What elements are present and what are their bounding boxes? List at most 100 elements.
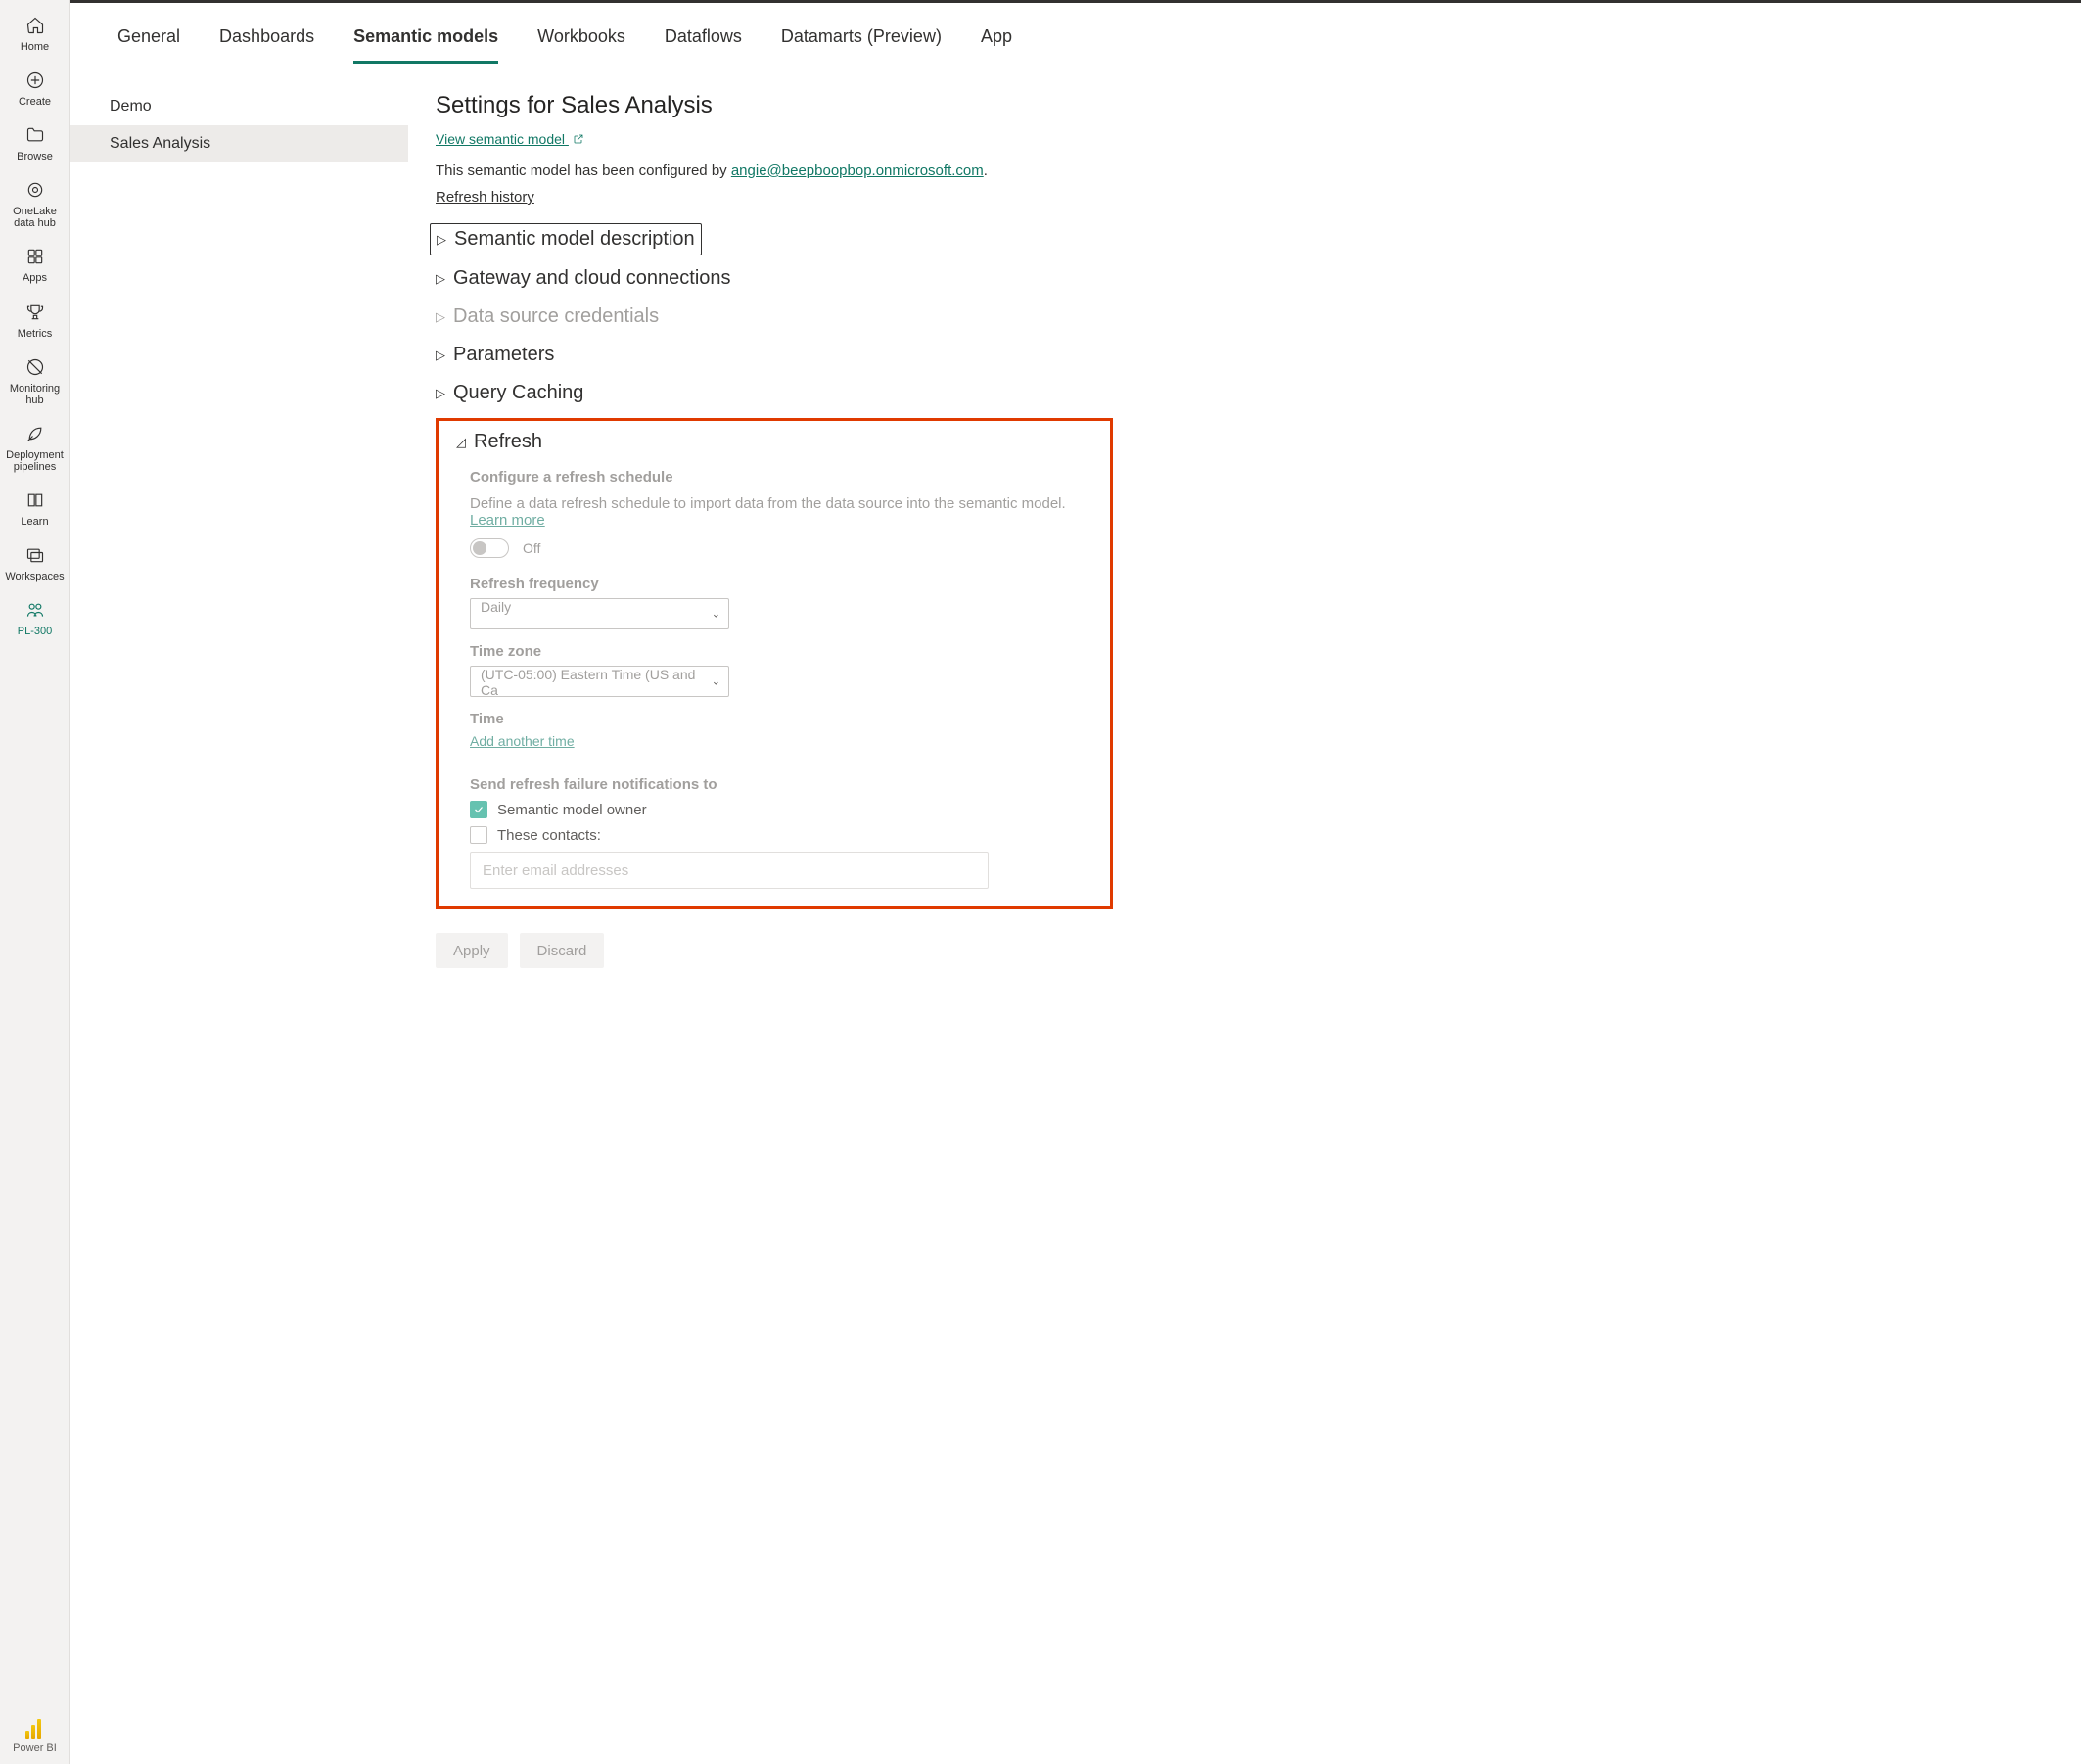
accordion-query-caching[interactable]: ▷ Query Caching — [436, 374, 1113, 412]
notify-label: Send refresh failure notifications to — [470, 776, 1092, 793]
checkbox-label-contacts: These contacts: — [497, 827, 601, 844]
view-semantic-model-link[interactable]: View semantic model — [436, 131, 584, 147]
toggle-state-label: Off — [523, 540, 540, 556]
rail-item-workspaces[interactable]: Workspaces — [0, 535, 69, 590]
accordion-label: Data source credentials — [453, 305, 659, 328]
tab-app[interactable]: App — [981, 21, 1012, 64]
checkbox-model-owner[interactable] — [470, 801, 487, 818]
accordion-label: Query Caching — [453, 382, 583, 404]
rail-label: Apps — [23, 272, 47, 284]
rail-item-monitoring[interactable]: Monitoring hub — [0, 348, 69, 414]
accordion-label: Gateway and cloud connections — [453, 267, 731, 290]
configured-by-text: This semantic model has been configured … — [436, 162, 1113, 179]
caret-right-icon: ▷ — [436, 309, 447, 325]
rail-label: Create — [19, 96, 51, 108]
list-item-demo[interactable]: Demo — [70, 88, 408, 125]
accordion-label: Refresh — [474, 431, 542, 453]
model-list: Demo Sales Analysis — [70, 65, 408, 1764]
view-link-label: View semantic model — [436, 131, 565, 147]
home-icon — [23, 14, 47, 37]
workspaces-icon — [23, 543, 47, 567]
refresh-frequency-label: Refresh frequency — [470, 576, 1092, 592]
rail-footer[interactable]: Power BI — [0, 1709, 69, 1764]
external-link-icon — [573, 132, 584, 144]
rail-item-deployment[interactable]: Deployment pipelines — [0, 414, 69, 481]
tab-datamarts[interactable]: Datamarts (Preview) — [781, 21, 942, 64]
apply-button[interactable]: Apply — [436, 933, 508, 968]
refresh-history-link[interactable]: Refresh history — [436, 189, 534, 206]
rail-item-learn[interactable]: Learn — [0, 481, 69, 535]
accordion-refresh[interactable]: ◿ Refresh — [456, 431, 1092, 461]
tab-dashboards[interactable]: Dashboards — [219, 21, 314, 64]
rail-item-pl300[interactable]: PL-300 — [0, 590, 69, 645]
accordion-label: Parameters — [453, 344, 554, 366]
rail-label: Workspaces — [5, 571, 64, 582]
powerbi-icon — [25, 1719, 45, 1739]
rail-label: Metrics — [18, 328, 52, 340]
time-zone-select[interactable]: (UTC-05:00) Eastern Time (US and Ca ⌄ — [470, 666, 729, 697]
folder-icon — [23, 123, 47, 147]
plus-circle-icon — [23, 69, 47, 92]
learn-more-link[interactable]: Learn more — [470, 512, 545, 529]
rail-label: Deployment pipelines — [2, 449, 68, 473]
time-zone-label: Time zone — [470, 643, 1092, 660]
rail-item-onelake[interactable]: OneLake data hub — [0, 170, 69, 237]
refresh-section-highlight: ◿ Refresh Configure a refresh schedule D… — [436, 418, 1113, 909]
checkbox-label-owner: Semantic model owner — [497, 802, 647, 818]
settings-tabs: General Dashboards Semantic models Workb… — [70, 3, 2081, 65]
refresh-frequency-select[interactable]: Daily ⌄ — [470, 598, 729, 629]
accordion-data-source-credentials[interactable]: ▷ Data source credentials — [436, 298, 1113, 336]
tab-workbooks[interactable]: Workbooks — [537, 21, 625, 64]
time-label: Time — [470, 711, 1092, 727]
rail-label: Home — [21, 41, 49, 53]
add-another-time-link[interactable]: Add another time — [470, 733, 575, 749]
select-value: Daily — [481, 599, 511, 615]
chevron-down-icon: ⌄ — [712, 675, 720, 688]
rail-item-metrics[interactable]: Metrics — [0, 293, 69, 348]
rail-footer-label: Power BI — [13, 1742, 57, 1754]
rail-item-create[interactable]: Create — [0, 61, 69, 116]
accordion-semantic-model-description[interactable]: ▷ Semantic model description — [430, 223, 702, 255]
caret-right-icon: ▷ — [436, 348, 447, 363]
refresh-description: Define a data refresh schedule to import… — [470, 495, 1092, 529]
rail-item-browse[interactable]: Browse — [0, 116, 69, 170]
tab-general[interactable]: General — [117, 21, 180, 64]
refresh-subtitle: Configure a refresh schedule — [470, 469, 1092, 486]
tab-semantic-models[interactable]: Semantic models — [353, 21, 498, 64]
main-area: General Dashboards Semantic models Workb… — [70, 0, 2081, 1764]
rail-item-apps[interactable]: Apps — [0, 237, 69, 292]
rail-item-home[interactable]: Home — [0, 6, 69, 61]
configured-by-prefix: This semantic model has been configured … — [436, 162, 731, 179]
select-value: (UTC-05:00) Eastern Time (US and Ca — [481, 667, 695, 698]
accordion-parameters[interactable]: ▷ Parameters — [436, 336, 1113, 374]
rocket-icon — [23, 422, 47, 445]
monitoring-icon — [23, 355, 47, 379]
tab-dataflows[interactable]: Dataflows — [665, 21, 742, 64]
people-icon — [23, 598, 47, 622]
accordion-gateway-connections[interactable]: ▷ Gateway and cloud connections — [436, 259, 1113, 298]
page-title: Settings for Sales Analysis — [436, 92, 1113, 119]
refresh-schedule-toggle[interactable] — [470, 538, 509, 558]
caret-right-icon: ▷ — [437, 232, 448, 248]
caret-right-icon: ▷ — [436, 271, 447, 287]
discard-button[interactable]: Discard — [520, 933, 605, 968]
list-item-sales-analysis[interactable]: Sales Analysis — [70, 125, 408, 162]
caret-right-icon: ▷ — [436, 386, 447, 401]
caret-down-icon: ◿ — [456, 435, 468, 450]
configured-by-email-link[interactable]: angie@beepboopbop.onmicrosoft.com — [731, 162, 984, 179]
book-icon — [23, 488, 47, 512]
trophy-icon — [23, 301, 47, 324]
configured-by-suffix: . — [984, 162, 988, 179]
rail-label: Learn — [21, 516, 48, 528]
contacts-email-input[interactable] — [470, 852, 989, 889]
apps-icon — [23, 245, 47, 268]
data-hub-icon — [23, 178, 47, 202]
chevron-down-icon: ⌄ — [712, 608, 720, 621]
rail-label: PL-300 — [18, 626, 52, 637]
settings-detail: Settings for Sales Analysis View semanti… — [408, 65, 1152, 1764]
accordion-label: Semantic model description — [454, 228, 695, 251]
rail-label: OneLake data hub — [2, 206, 68, 229]
refresh-desc-text: Define a data refresh schedule to import… — [470, 495, 1066, 512]
checkbox-these-contacts[interactable] — [470, 826, 487, 844]
rail-label: Browse — [17, 151, 53, 162]
